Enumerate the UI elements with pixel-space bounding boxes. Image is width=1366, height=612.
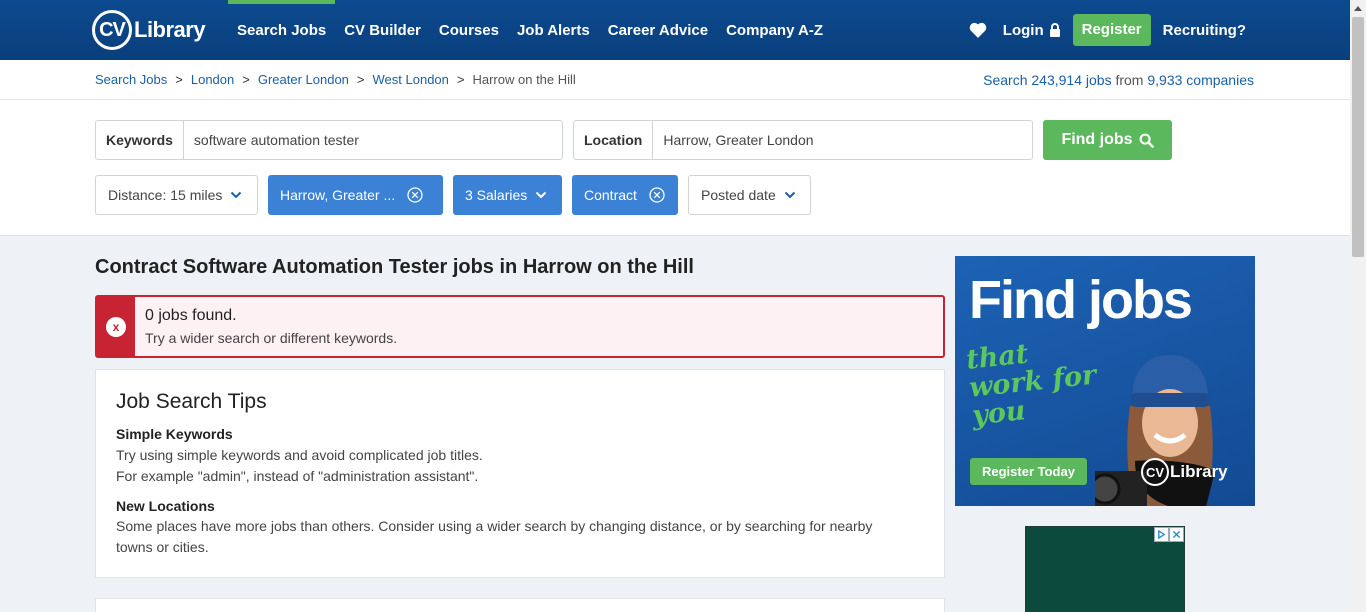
breadcrumb-separator: >	[456, 72, 465, 87]
posted-date-filter[interactable]: Posted date	[688, 175, 811, 215]
keywords-field[interactable]: Keywords software automation tester	[95, 120, 563, 160]
find-jobs-button[interactable]: Find jobs	[1043, 120, 1172, 160]
ad-logo-text: Library	[1170, 462, 1228, 481]
tip-text: towns or cities.	[116, 539, 209, 555]
breadcrumb: Search Jobs > London > Greater London > …	[95, 72, 576, 87]
tips-title: Job Search Tips	[116, 390, 267, 413]
remove-circle-icon[interactable]	[407, 187, 423, 203]
location-label: Location	[574, 121, 654, 159]
top-navbar: CV Library Search Jobs CV Builder Course…	[0, 0, 1350, 60]
alert-title: 0 jobs found.	[145, 307, 237, 324]
posted-date-label: Posted date	[701, 187, 776, 203]
page-title: Contract Software Automation Tester jobs…	[95, 256, 694, 278]
register-button[interactable]: Register	[1072, 14, 1151, 46]
close-icon[interactable]	[1169, 527, 1184, 542]
nav-search-jobs[interactable]: Search Jobs	[228, 0, 336, 60]
nav-cv-builder[interactable]: CV Builder	[335, 0, 430, 60]
salary-filter-label: 3 Salaries	[465, 187, 528, 203]
breadcrumb-separator: >	[175, 72, 183, 87]
logo-cv-mark: CV	[92, 10, 132, 50]
adchoices-icon[interactable]	[1154, 527, 1169, 542]
ad-tagline: that work for you	[964, 338, 1098, 432]
scrollbar-thumb[interactable]	[1352, 17, 1364, 257]
breadcrumb-current: Harrow on the Hill	[472, 72, 576, 87]
jobs-count-link[interactable]: 243,914 jobs	[1031, 72, 1111, 88]
keywords-label: Keywords	[96, 121, 184, 159]
main-nav: Search Jobs CV Builder Courses Job Alert…	[228, 0, 832, 60]
heart-icon[interactable]	[969, 21, 987, 39]
no-results-alert: x 0 jobs found. Try a wider search or di…	[95, 295, 945, 358]
chevron-down-icon	[784, 191, 795, 199]
distance-filter-label: Distance: 15 miles	[108, 187, 223, 203]
login-label: Login	[1002, 21, 1044, 39]
breadcrumb-search-jobs[interactable]: Search Jobs	[95, 72, 167, 87]
nav-career-advice[interactable]: Career Advice	[599, 0, 717, 60]
advert-banner[interactable]: Find jobs that work for you Register Tod…	[955, 256, 1255, 506]
nav-company-a-z[interactable]: Company A-Z	[717, 0, 832, 60]
breadcrumb-separator: >	[356, 72, 365, 87]
breadcrumb-london[interactable]: London	[191, 72, 234, 87]
find-jobs-label: Find jobs	[1061, 131, 1133, 148]
keywords-input[interactable]: software automation tester	[184, 121, 369, 159]
companies-count-link[interactable]: 9,933 companies	[1147, 72, 1254, 88]
breadcrumb-separator: >	[242, 72, 250, 87]
advert-box[interactable]	[1025, 526, 1185, 612]
breadcrumb-bar: Search Jobs > London > Greater London > …	[0, 60, 1350, 100]
distance-filter[interactable]: Distance: 15 miles	[95, 175, 258, 215]
tip-heading: New Locations	[116, 498, 215, 514]
breadcrumb-west-london[interactable]: West London	[373, 72, 449, 87]
cv-library-logo[interactable]: CV Library	[92, 10, 206, 50]
login-link[interactable]: Login	[1003, 22, 1061, 39]
logo-wordmark: Library	[134, 17, 206, 42]
remove-circle-icon[interactable]	[649, 187, 665, 203]
tip-text: For example "admin", instead of "adminis…	[116, 468, 479, 484]
recruiting-link[interactable]: Recruiting?	[1163, 22, 1246, 39]
nav-account: Login Register Recruiting?	[969, 0, 1246, 60]
stats-mid: from	[1111, 72, 1148, 88]
tip-text: Some places have more jobs than others. …	[116, 518, 873, 534]
ad-logo: CV Library	[1141, 458, 1228, 486]
site-stats: Search 243,914 jobs from 9,933 companies	[983, 72, 1254, 88]
stats-prefix[interactable]: Search	[983, 72, 1031, 88]
search-icon	[1139, 133, 1154, 148]
ad-logo-mark: CV	[1141, 458, 1169, 486]
ad-register-button[interactable]: Register Today	[970, 458, 1087, 485]
nav-courses[interactable]: Courses	[430, 0, 508, 60]
chevron-down-icon	[231, 191, 242, 199]
contract-chip-label: Contract	[584, 187, 637, 203]
alert-icon-bar: x	[97, 297, 135, 356]
location-field[interactable]: Location Harrow, Greater London	[573, 120, 1033, 160]
nav-job-alerts[interactable]: Job Alerts	[508, 0, 599, 60]
search-panel: Keywords software automation tester Loca…	[0, 100, 1350, 236]
tip-text: Try using simple keywords and avoid comp…	[116, 447, 483, 463]
lock-icon	[1049, 22, 1061, 38]
error-icon: x	[106, 316, 126, 337]
chevron-down-icon	[536, 191, 547, 199]
alert-message: Try a wider search or different keywords…	[145, 330, 398, 346]
breadcrumb-greater-london[interactable]: Greater London	[258, 72, 349, 87]
location-chip-label: Harrow, Greater ...	[280, 187, 396, 203]
job-search-tips: Job Search Tips Simple Keywords Try usin…	[95, 369, 945, 578]
tip-heading: Simple Keywords	[116, 426, 233, 442]
salary-filter[interactable]: 3 Salaries	[453, 175, 562, 215]
page-scrollbar[interactable]	[1350, 0, 1366, 612]
next-card	[95, 598, 945, 612]
contract-filter-chip[interactable]: Contract	[572, 175, 678, 215]
scroll-up-arrow-icon[interactable]	[1350, 0, 1366, 16]
ad-headline: Find jobs	[969, 270, 1193, 330]
location-input[interactable]: Harrow, Greater London	[653, 121, 823, 159]
location-filter-chip[interactable]: Harrow, Greater ...	[268, 175, 443, 215]
adchoices[interactable]	[1154, 527, 1184, 542]
